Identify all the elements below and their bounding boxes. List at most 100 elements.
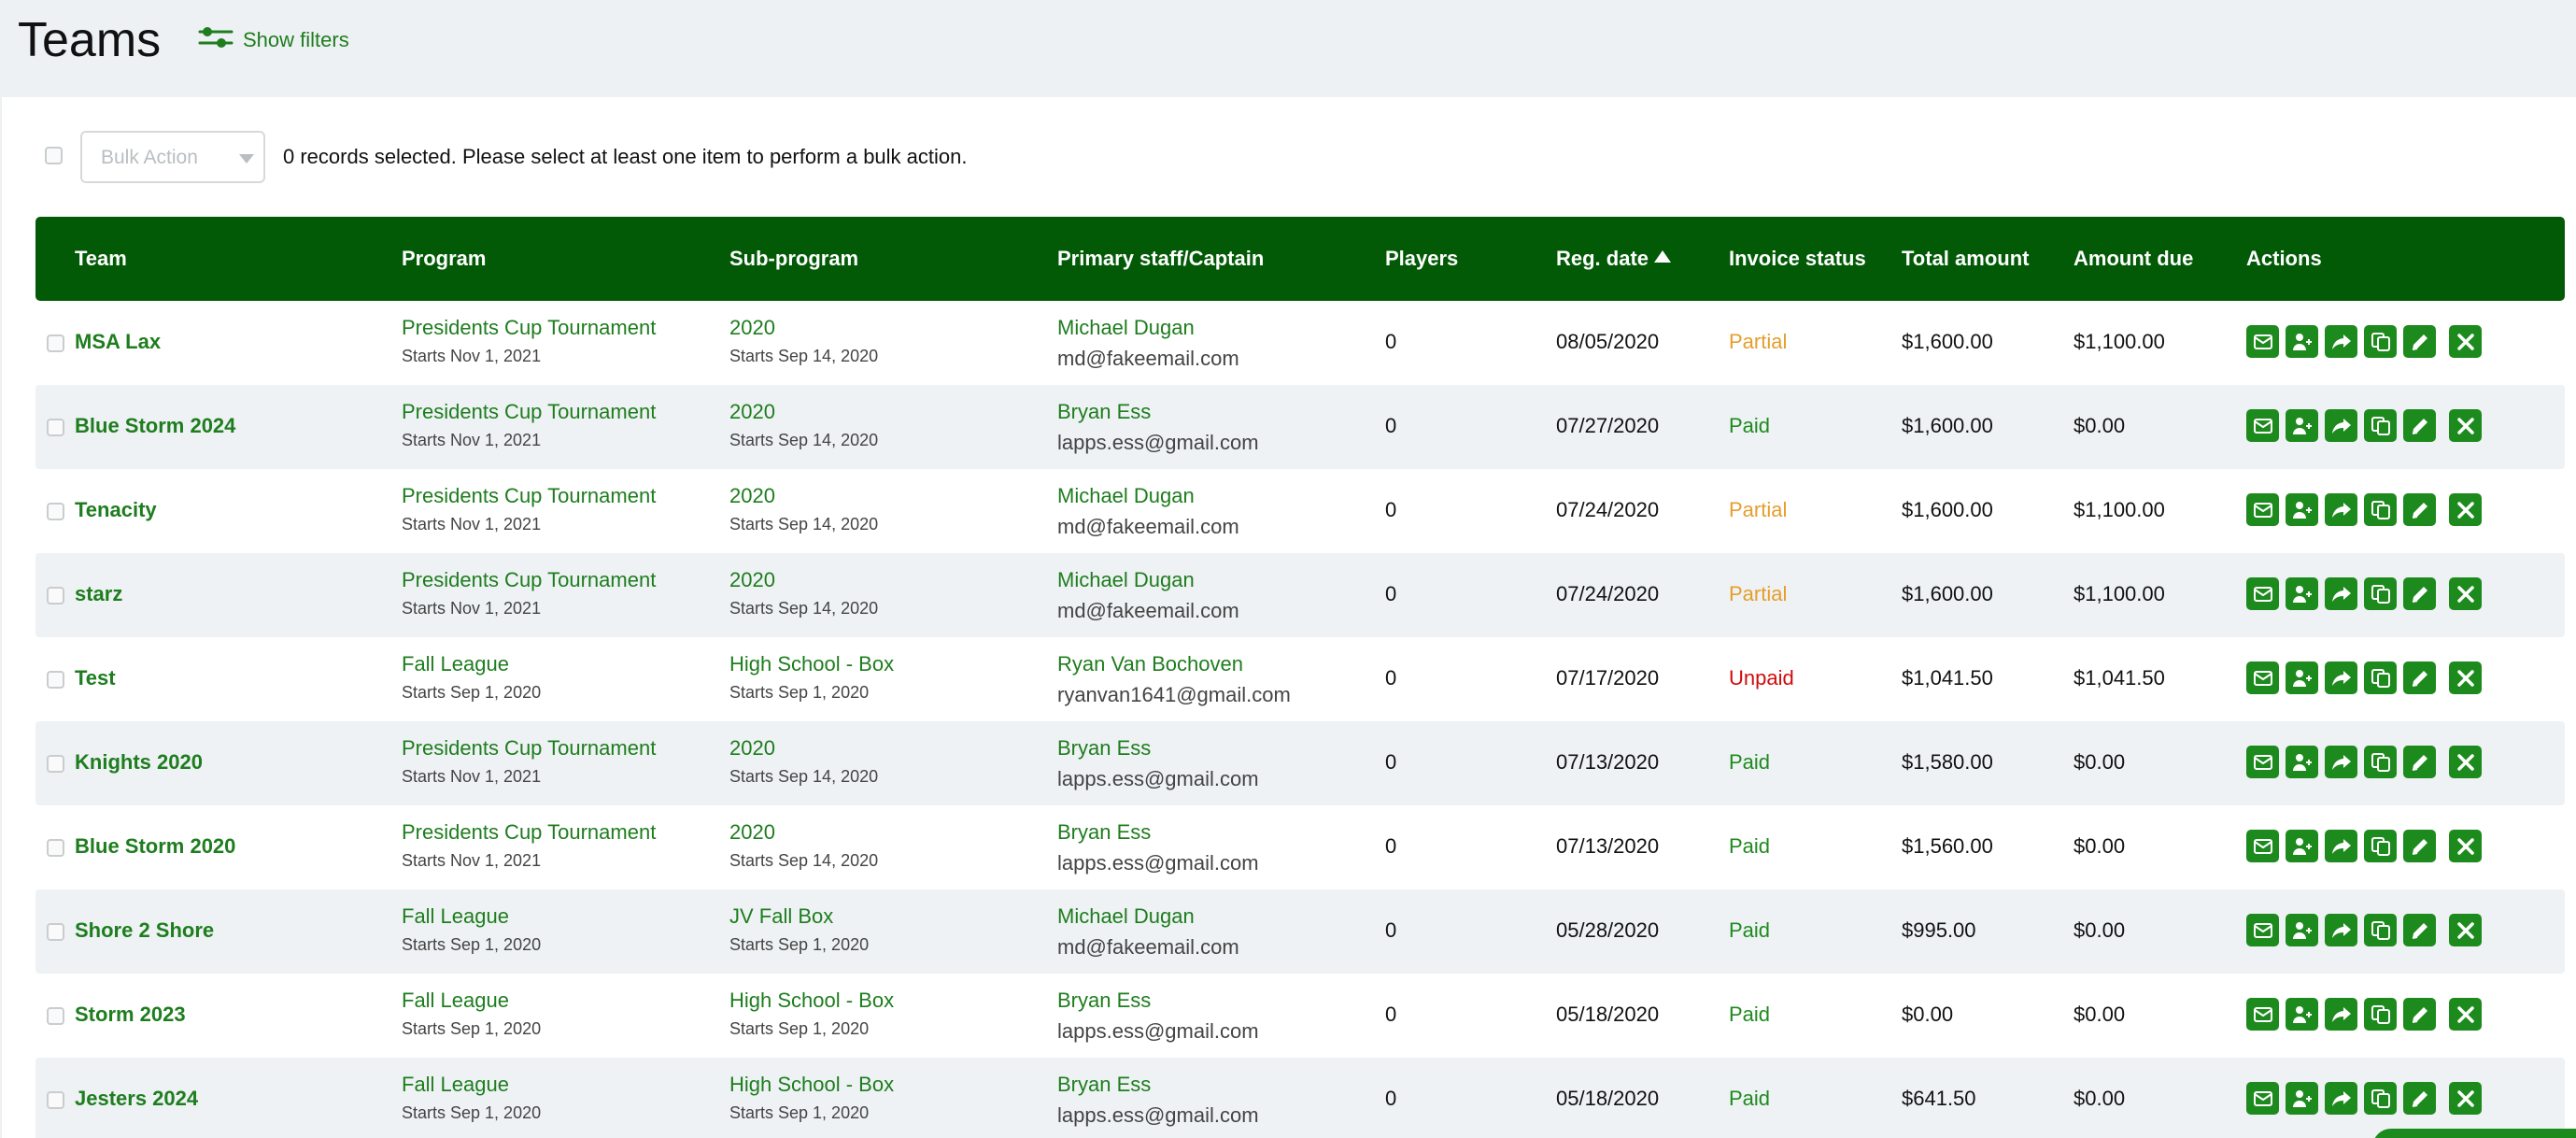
duplicate-button[interactable] <box>2364 577 2397 610</box>
column-header-invoice-status[interactable]: Invoice status <box>1729 217 1866 301</box>
email-button[interactable] <box>2246 493 2279 526</box>
program-link[interactable]: Presidents Cup Tournament <box>402 400 656 424</box>
row-checkbox[interactable] <box>47 419 64 436</box>
delete-button[interactable] <box>2449 830 2482 862</box>
delete-button[interactable] <box>2449 661 2482 694</box>
email-button[interactable] <box>2246 830 2279 862</box>
add-player-button[interactable] <box>2286 577 2318 610</box>
staff-name-link[interactable]: Bryan Ess <box>1057 1073 1259 1097</box>
edit-button[interactable] <box>2403 325 2436 358</box>
team-name-link[interactable]: Storm 2023 <box>75 1003 186 1027</box>
column-header-program[interactable]: Program <box>402 217 486 301</box>
transfer-button[interactable] <box>2325 914 2357 946</box>
sub-program-link[interactable]: High School - Box <box>729 989 894 1013</box>
edit-button[interactable] <box>2403 1082 2436 1115</box>
row-checkbox[interactable] <box>47 503 64 520</box>
edit-button[interactable] <box>2403 409 2436 442</box>
program-link[interactable]: Fall League <box>402 652 541 676</box>
add-player-button[interactable] <box>2286 746 2318 778</box>
team-name-link[interactable]: Test <box>75 666 116 690</box>
transfer-button[interactable] <box>2325 325 2357 358</box>
row-checkbox[interactable] <box>47 755 64 773</box>
edit-button[interactable] <box>2403 746 2436 778</box>
staff-name-link[interactable]: Michael Dugan <box>1057 484 1239 508</box>
edit-button[interactable] <box>2403 830 2436 862</box>
transfer-button[interactable] <box>2325 577 2357 610</box>
email-button[interactable] <box>2246 325 2279 358</box>
team-name-link[interactable]: MSA Lax <box>75 330 161 354</box>
staff-name-link[interactable]: Michael Dugan <box>1057 316 1239 340</box>
edit-button[interactable] <box>2403 577 2436 610</box>
email-button[interactable] <box>2246 1082 2279 1115</box>
staff-name-link[interactable]: Michael Dugan <box>1057 568 1239 592</box>
email-button[interactable] <box>2246 577 2279 610</box>
delete-button[interactable] <box>2449 746 2482 778</box>
sub-program-link[interactable]: 2020 <box>729 484 878 508</box>
staff-name-link[interactable]: Bryan Ess <box>1057 736 1259 761</box>
program-link[interactable]: Presidents Cup Tournament <box>402 568 656 592</box>
team-name-link[interactable]: Blue Storm 2024 <box>75 414 235 438</box>
add-player-button[interactable] <box>2286 914 2318 946</box>
duplicate-button[interactable] <box>2364 914 2397 946</box>
staff-name-link[interactable]: Bryan Ess <box>1057 400 1259 424</box>
team-name-link[interactable]: starz <box>75 582 122 606</box>
add-player-button[interactable] <box>2286 998 2318 1031</box>
column-header-team[interactable]: Team <box>75 217 127 301</box>
delete-button[interactable] <box>2449 325 2482 358</box>
email-button[interactable] <box>2246 661 2279 694</box>
delete-button[interactable] <box>2449 998 2482 1031</box>
duplicate-button[interactable] <box>2364 1082 2397 1115</box>
sub-program-link[interactable]: 2020 <box>729 820 878 845</box>
column-header-total-amount[interactable]: Total amount <box>1902 217 2029 301</box>
delete-button[interactable] <box>2449 493 2482 526</box>
delete-button[interactable] <box>2449 409 2482 442</box>
show-filters-button[interactable]: Show filters <box>198 24 349 56</box>
transfer-button[interactable] <box>2325 493 2357 526</box>
team-name-link[interactable]: Tenacity <box>75 498 157 522</box>
team-name-link[interactable]: Shore 2 Shore <box>75 918 214 943</box>
email-button[interactable] <box>2246 998 2279 1031</box>
edit-button[interactable] <box>2403 661 2436 694</box>
duplicate-button[interactable] <box>2364 998 2397 1031</box>
floating-help-button[interactable] <box>2372 1129 2576 1138</box>
column-header-amount-due[interactable]: Amount due <box>2074 217 2193 301</box>
duplicate-button[interactable] <box>2364 493 2397 526</box>
bulk-action-select[interactable]: Bulk Action <box>80 131 265 183</box>
program-link[interactable]: Fall League <box>402 904 541 929</box>
duplicate-button[interactable] <box>2364 746 2397 778</box>
duplicate-button[interactable] <box>2364 325 2397 358</box>
program-link[interactable]: Presidents Cup Tournament <box>402 316 656 340</box>
duplicate-button[interactable] <box>2364 830 2397 862</box>
email-button[interactable] <box>2246 914 2279 946</box>
row-checkbox[interactable] <box>47 587 64 605</box>
email-button[interactable] <box>2246 409 2279 442</box>
delete-button[interactable] <box>2449 914 2482 946</box>
row-checkbox[interactable] <box>47 334 64 352</box>
program-link[interactable]: Fall League <box>402 1073 541 1097</box>
sub-program-link[interactable]: JV Fall Box <box>729 904 869 929</box>
add-player-button[interactable] <box>2286 661 2318 694</box>
team-name-link[interactable]: Jesters 2024 <box>75 1087 198 1111</box>
transfer-button[interactable] <box>2325 409 2357 442</box>
transfer-button[interactable] <box>2325 746 2357 778</box>
column-header-players[interactable]: Players <box>1385 217 1458 301</box>
row-checkbox[interactable] <box>47 1091 64 1109</box>
duplicate-button[interactable] <box>2364 409 2397 442</box>
transfer-button[interactable] <box>2325 661 2357 694</box>
add-player-button[interactable] <box>2286 1082 2318 1115</box>
row-checkbox[interactable] <box>47 1007 64 1025</box>
staff-name-link[interactable]: Ryan Van Bochoven <box>1057 652 1291 676</box>
row-checkbox[interactable] <box>47 923 64 941</box>
transfer-button[interactable] <box>2325 998 2357 1031</box>
row-checkbox[interactable] <box>47 671 64 689</box>
column-header-staff[interactable]: Primary staff/Captain <box>1057 217 1264 301</box>
transfer-button[interactable] <box>2325 830 2357 862</box>
row-checkbox[interactable] <box>47 839 64 857</box>
delete-button[interactable] <box>2449 577 2482 610</box>
program-link[interactable]: Presidents Cup Tournament <box>402 484 656 508</box>
column-header-sub-program[interactable]: Sub-program <box>729 217 858 301</box>
add-player-button[interactable] <box>2286 830 2318 862</box>
program-link[interactable]: Presidents Cup Tournament <box>402 820 656 845</box>
program-link[interactable]: Fall League <box>402 989 541 1013</box>
sub-program-link[interactable]: High School - Box <box>729 1073 894 1097</box>
